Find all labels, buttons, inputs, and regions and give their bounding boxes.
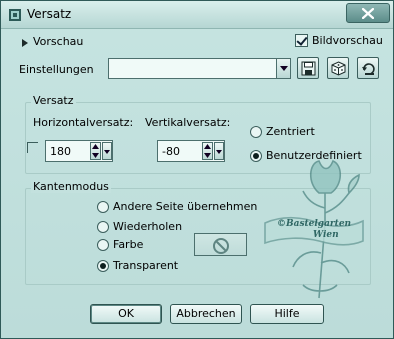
save-icon — [301, 61, 316, 76]
radio-zentriert-label[interactable]: Zentriert — [266, 125, 315, 138]
spin-up-icon — [204, 144, 211, 149]
close-button[interactable] — [346, 3, 390, 23]
spin-down-icon — [204, 153, 211, 158]
radio-transparent-label[interactable]: Transparent — [113, 259, 178, 272]
chevron-down-icon — [280, 66, 288, 71]
bildvorschau-label: Bildvorschau — [312, 34, 383, 47]
radio-farbe-label[interactable]: Farbe — [113, 238, 143, 251]
radio-wiederholen[interactable] — [97, 221, 109, 233]
help-button[interactable]: Hilfe — [250, 304, 324, 324]
horizontal-offset-input[interactable]: 180 — [45, 140, 113, 162]
app-icon — [9, 9, 21, 21]
dice-icon — [331, 61, 346, 76]
radio-farbe[interactable] — [97, 239, 109, 251]
save-preset-button[interactable] — [297, 57, 319, 79]
vertical-offset-spinner[interactable] — [202, 142, 213, 160]
spin-up-icon — [92, 144, 99, 149]
reset-button[interactable] — [357, 57, 379, 79]
preview-toggle-label[interactable]: Vorschau — [33, 35, 83, 48]
window-title: Versatz — [27, 7, 72, 21]
horizontal-offset-value: 180 — [50, 145, 71, 158]
settings-combo[interactable] — [108, 58, 291, 79]
vertical-offset-label: Vertikalversatz: — [145, 116, 231, 129]
settings-dropdown-button[interactable] — [276, 59, 290, 78]
reset-icon — [362, 63, 375, 75]
kantenmodus-group-title: Kantenmodus — [31, 180, 111, 193]
settings-label: Einstellungen — [19, 63, 94, 76]
horizontal-offset-spinner[interactable] — [90, 142, 101, 160]
expand-arrow-icon[interactable] — [21, 38, 29, 48]
color-swatch[interactable] — [194, 233, 247, 256]
chevron-down-icon — [216, 150, 222, 154]
horizontal-offset-dropdown[interactable] — [102, 142, 112, 160]
watermark-line2: Wien — [313, 230, 339, 240]
watermark-line1: ©Bastelgarten — [277, 219, 352, 229]
randomize-button[interactable] — [327, 57, 349, 79]
radio-andere-seite-label[interactable]: Andere Seite übernehmen — [113, 200, 257, 213]
radio-andere-seite[interactable] — [97, 201, 109, 213]
radio-zentriert[interactable] — [250, 126, 262, 138]
no-color-icon — [213, 238, 229, 254]
radio-wiederholen-label[interactable]: Wiederholen — [113, 220, 182, 233]
spin-down-icon — [92, 153, 99, 158]
horizontal-offset-label: Horizontalversatz: — [33, 116, 134, 129]
versatz-group-title: Versatz — [31, 94, 76, 107]
bildvorschau-checkbox[interactable] — [295, 34, 308, 47]
versatz-dialog: Versatz Vorschau Bildvorschau Einstellun… — [0, 0, 394, 339]
title-bar: Versatz — [1, 1, 393, 29]
link-offsets-checkbox[interactable] — [27, 142, 38, 153]
vertical-offset-dropdown[interactable] — [214, 142, 224, 160]
radio-transparent[interactable] — [97, 260, 109, 272]
close-icon — [362, 8, 374, 19]
radio-benutzerdefiniert[interactable] — [250, 150, 262, 162]
cancel-button[interactable]: Abbrechen — [170, 304, 242, 324]
vertical-offset-value: -80 — [162, 145, 180, 158]
vertical-offset-input[interactable]: -80 — [157, 140, 225, 162]
ok-button[interactable]: OK — [90, 304, 162, 324]
chevron-down-icon — [104, 150, 110, 154]
